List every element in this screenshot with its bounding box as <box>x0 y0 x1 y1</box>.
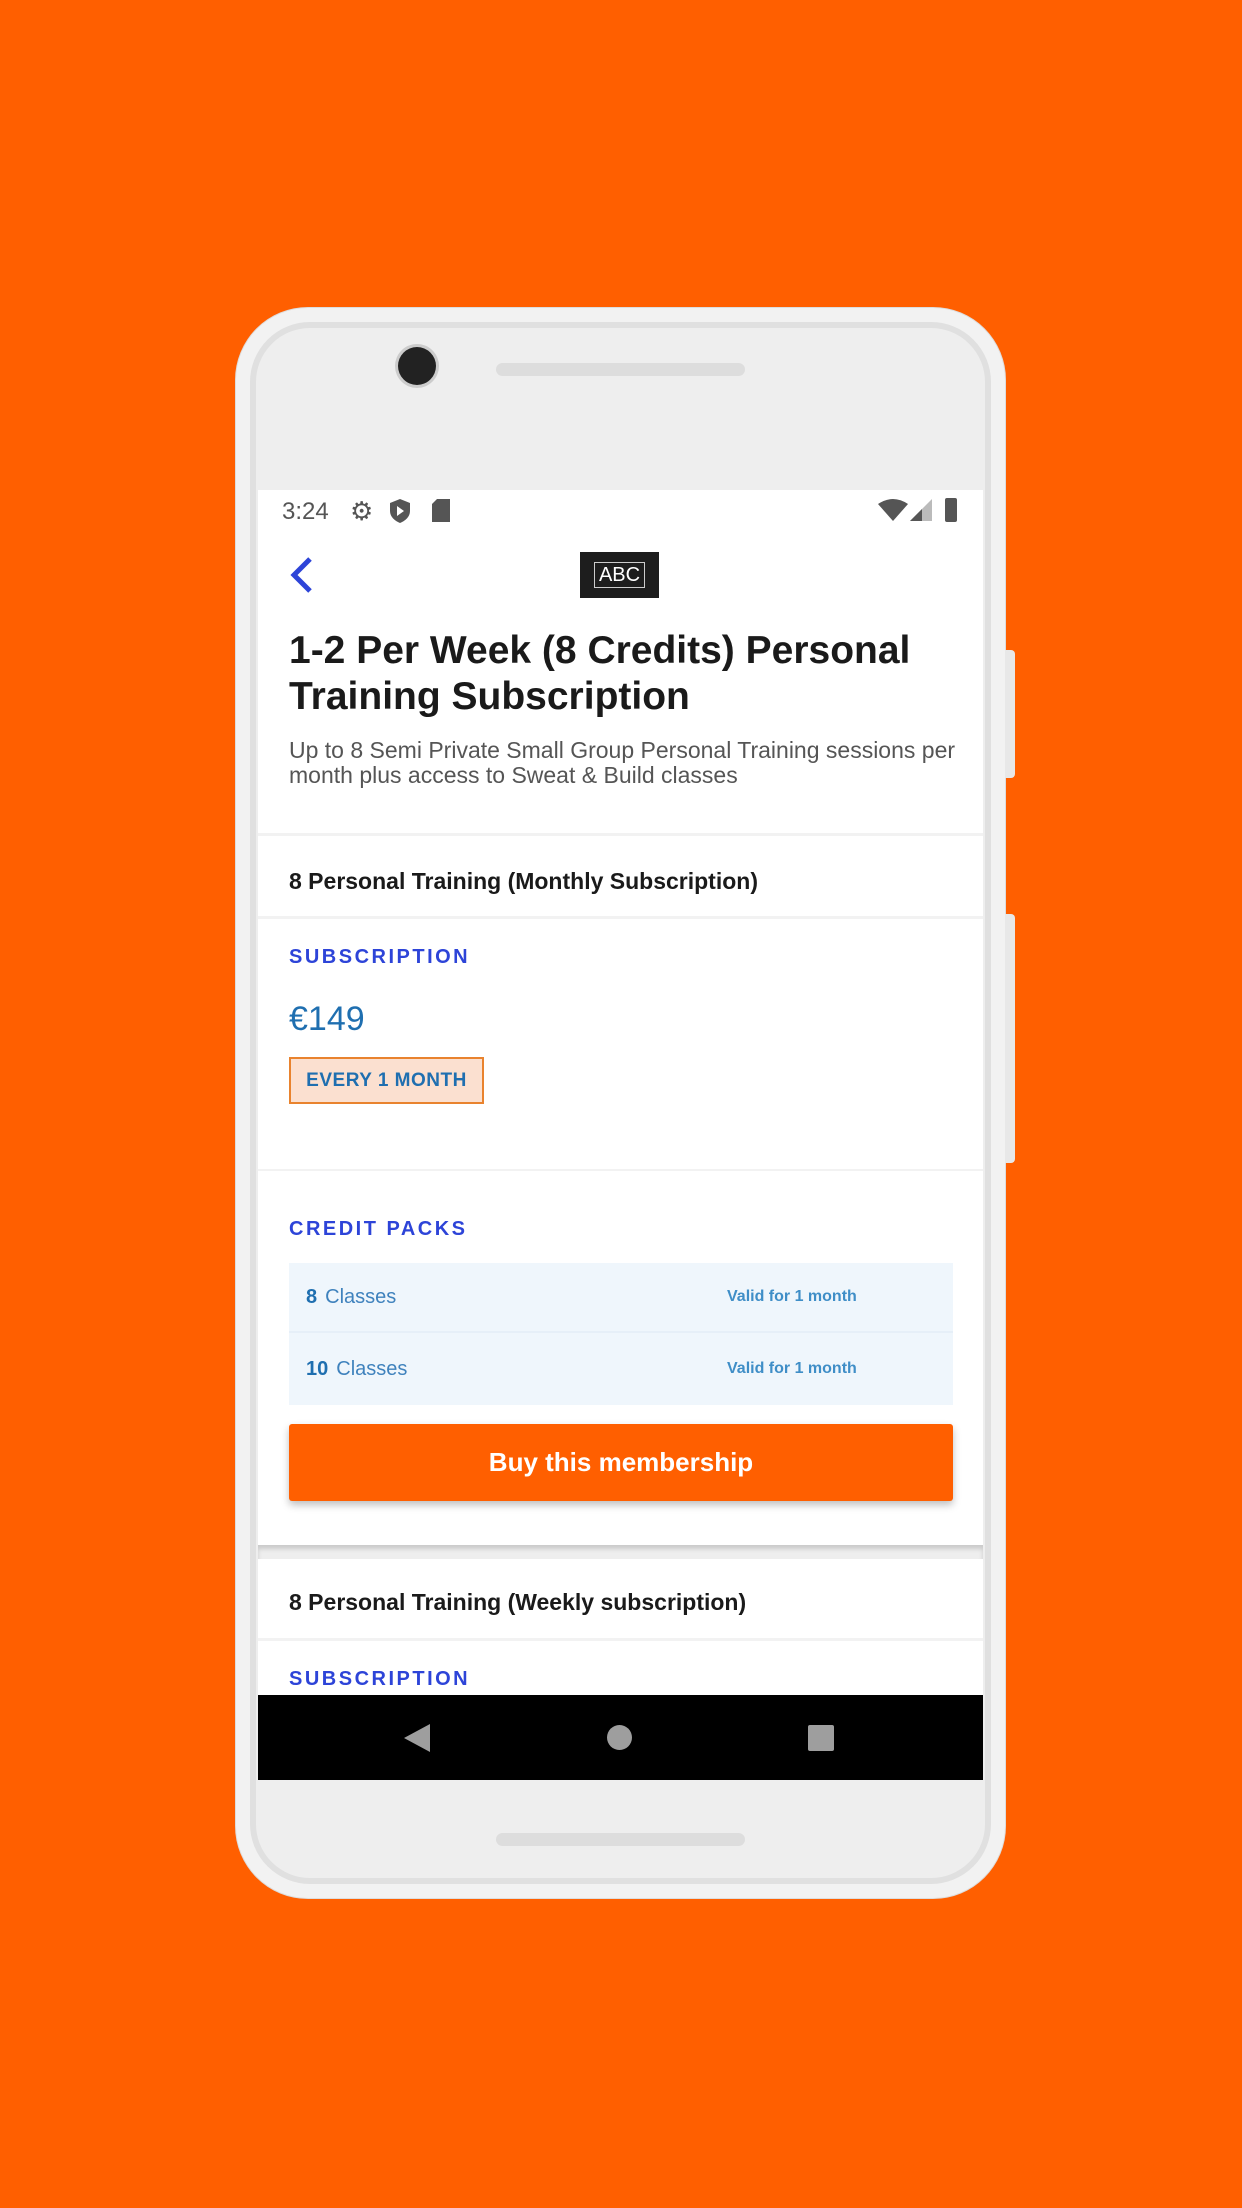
credit-packs-label: CREDIT PACKS <box>289 1218 468 1240</box>
divider <box>258 1169 983 1171</box>
credit-pack-row: 10 Classes Valid for 1 month <box>289 1334 953 1404</box>
pack-validity: Valid for 1 month <box>727 1288 857 1305</box>
status-time: 3:24 <box>282 498 329 525</box>
nav-recents-icon[interactable] <box>808 1725 834 1751</box>
page-description: Up to 8 Semi Private Small Group Persona… <box>289 737 956 788</box>
pack-count: 8 <box>306 1285 318 1308</box>
pack-count: 10 <box>306 1357 329 1380</box>
shield-play-icon <box>390 499 410 523</box>
app-screen: 3:24 ⚙ ABC 1-2 Per Week (8 Credits) Pers… <box>258 490 983 1780</box>
logo-text: ABC <box>593 562 646 588</box>
plan-name: 8 Personal Training (Weekly subscription… <box>289 1589 747 1615</box>
buy-membership-button[interactable]: Buy this membership <box>289 1424 953 1501</box>
signal-icon <box>910 499 932 521</box>
subscription-label: SUBSCRIPTION <box>289 1668 471 1690</box>
battery-icon <box>945 498 957 522</box>
pack-validity: Valid for 1 month <box>727 1360 857 1377</box>
volume-button <box>1005 914 1015 1163</box>
nav-back-icon[interactable] <box>404 1724 430 1752</box>
wifi-icon <box>878 499 908 521</box>
camera-icon <box>398 347 436 385</box>
speaker <box>496 363 745 376</box>
credit-packs-table: 8 Classes Valid for 1 month 10 Classes V… <box>289 1263 953 1405</box>
gear-icon: ⚙ <box>350 496 374 526</box>
divider <box>258 1638 983 1641</box>
plan-name: 8 Personal Training (Monthly Subscriptio… <box>289 868 758 894</box>
credit-pack-row: 8 Classes Valid for 1 month <box>289 1263 953 1333</box>
period-badge: EVERY 1 MONTH <box>289 1057 484 1104</box>
subscription-label: SUBSCRIPTION <box>289 946 471 968</box>
chevron-left-icon[interactable] <box>288 556 314 594</box>
divider <box>258 833 983 836</box>
divider <box>258 916 983 919</box>
speaker-bottom <box>496 1833 745 1846</box>
gym-logo: ABC <box>580 552 659 598</box>
power-button <box>1005 650 1015 778</box>
page-title: 1-2 Per Week (8 Credits) Personal Traini… <box>289 629 911 718</box>
status-bar: 3:24 ⚙ <box>258 490 983 532</box>
pack-unit: Classes <box>325 1285 397 1308</box>
sd-card-icon <box>432 499 450 522</box>
card-separator <box>258 1545 983 1559</box>
pack-unit: Classes <box>336 1357 408 1380</box>
nav-home-icon[interactable] <box>607 1725 632 1750</box>
android-nav-bar <box>258 1695 983 1780</box>
price: €149 <box>289 1000 365 1038</box>
